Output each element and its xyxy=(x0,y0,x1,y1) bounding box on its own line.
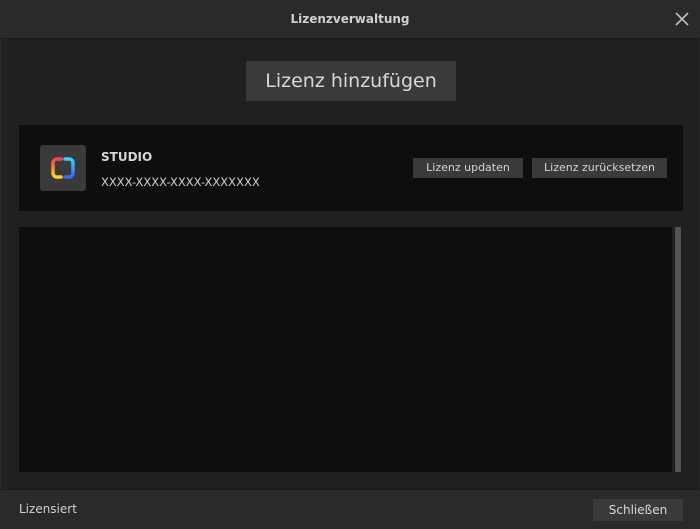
license-card: STUDIO XXXX-XXXX-XXXX-XXXXXXX Lizenz upd… xyxy=(19,125,683,211)
studio-logo-icon xyxy=(40,145,86,191)
product-name: STUDIO xyxy=(101,150,153,164)
license-key: XXXX-XXXX-XXXX-XXXXXXX xyxy=(101,175,260,189)
reset-license-button[interactable]: Lizenz zurücksetzen xyxy=(532,158,667,178)
update-license-button[interactable]: Lizenz updaten xyxy=(413,158,523,178)
add-license-button[interactable]: Lizenz hinzufügen xyxy=(246,61,456,101)
log-panel xyxy=(19,227,672,472)
title-bar: Lizenzverwaltung xyxy=(1,1,699,39)
close-button[interactable]: Schließen xyxy=(593,499,683,521)
close-icon[interactable] xyxy=(673,10,691,28)
vertical-scrollbar[interactable] xyxy=(674,227,682,472)
window-title: Lizenzverwaltung xyxy=(290,12,410,26)
scrollbar-thumb[interactable] xyxy=(675,227,681,472)
license-manager-window: Lizenzverwaltung Lizenz hinzufügen STUDI… xyxy=(0,0,700,529)
footer-bar: Lizensiert Schließen xyxy=(1,489,699,529)
license-status: Lizensiert xyxy=(19,502,77,516)
